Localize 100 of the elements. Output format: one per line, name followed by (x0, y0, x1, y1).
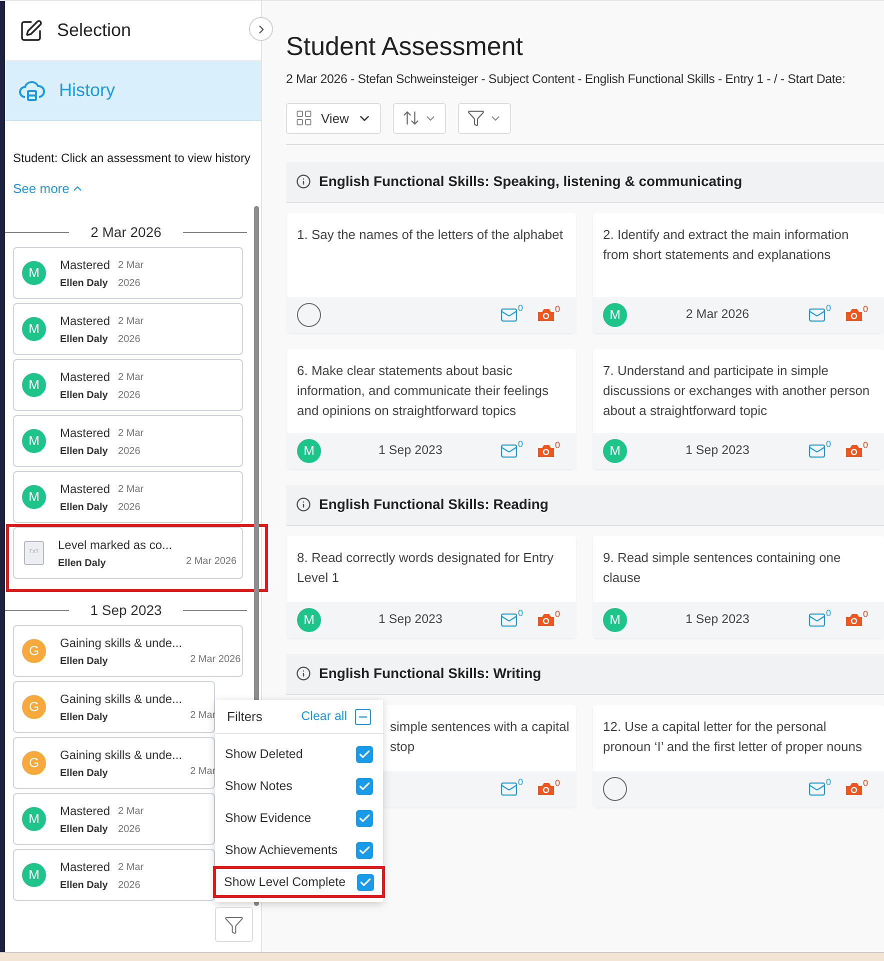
history-date: 2 Mar 2026 (118, 861, 145, 893)
avatar-badge: M (22, 373, 46, 397)
history-author: Ellen Daly (60, 710, 109, 724)
checkbox[interactable] (356, 746, 373, 762)
assessment-card[interactable]: 1. Say the names of the letters of the alphabet 0 0 (287, 212, 576, 333)
mail-icon[interactable] (808, 442, 826, 460)
avatar-badge: M (22, 863, 46, 887)
history-author: Ellen Daly (60, 878, 109, 892)
card-text: stop (390, 738, 415, 756)
history-card[interactable]: G Gaining skills & unde... Ellen Daly 2 Mar (13, 737, 215, 789)
info-icon (296, 497, 311, 512)
mail-icon[interactable] (500, 442, 518, 460)
evidence-count: 0 (554, 776, 560, 790)
history-card[interactable]: M Mastered Ellen Daly 2 Mar 2026 (13, 471, 243, 523)
check-icon (358, 844, 371, 856)
assessment-card[interactable]: 9. Read simple sentences containing one clause M 1 Sep 2023 0 0 (593, 536, 884, 638)
deselect-all-checkbox[interactable] (355, 708, 371, 724)
filter-button[interactable] (215, 907, 253, 942)
assessment-card[interactable]: 12. Use a capital letter for the personal pronoun ‘I’ and the first letter of proper nouns 0 0 (593, 704, 884, 807)
history-title: Mastered (60, 802, 110, 820)
camera-icon (536, 782, 555, 796)
history-date: 2 Mar 2026 (186, 555, 238, 569)
filter-dropdown-button[interactable] (458, 102, 511, 134)
history-author: Ellen Daly (58, 556, 107, 570)
sort-button[interactable] (392, 102, 446, 134)
filter-icon (224, 914, 244, 934)
assessment-card[interactable]: 2. Identify and extract the main information from short statements and explanations M 2 Mar 2026 0 0 (593, 212, 884, 333)
message-count: 0 (518, 776, 523, 789)
history-date: 2 Mar 2026 (118, 371, 145, 403)
mail-icon[interactable] (500, 610, 518, 629)
evidence-count: 0 (554, 438, 560, 452)
page-title: Student Assessment (286, 30, 524, 63)
avatar-badge: M (22, 261, 46, 285)
history-date: 2 Mar 2026 (118, 805, 145, 837)
filter-icon (466, 109, 485, 128)
history-date: 2 Mar 2026 (118, 427, 145, 459)
camera-icon (844, 444, 863, 458)
checkbox[interactable] (356, 778, 373, 794)
mail-icon[interactable] (500, 780, 518, 798)
evidence-count: 0 (554, 302, 560, 316)
history-card[interactable]: M Mastered Ellen Daly 2 Mar 2026 (13, 303, 243, 355)
card-date: 1 Sep 2023 (378, 611, 442, 628)
evidence-count: 0 (862, 438, 868, 452)
evidence-count: 0 (554, 608, 560, 621)
date-divider-label: 1 Sep 2023 (89, 600, 163, 620)
history-title: Mastered (60, 480, 110, 498)
history-card[interactable]: M Mastered Ellen Daly 2 Mar 2026 (13, 247, 243, 299)
section-title: English Functional Skills: Reading (319, 495, 548, 514)
history-date: 2 Mar (190, 709, 216, 723)
camera-icon (844, 782, 863, 796)
avatar-badge: G (22, 695, 46, 719)
card-text: 7. Understand and participate in simple discussions or exchanges with another person about a straightforward topic (603, 362, 871, 420)
info-text: Student: Click an assessment to view history (13, 150, 252, 167)
history-card[interactable]: M Mastered Ellen Daly 2 Mar 2026 (13, 849, 215, 901)
view-button[interactable]: View (286, 102, 381, 134)
checkbox[interactable] (357, 874, 374, 890)
assessment-card[interactable]: 8. Read correctly words designated for Entry Level 1 M 1 Sep 2023 0 0 (287, 536, 576, 638)
mail-icon[interactable] (808, 780, 826, 798)
history-date: 2 Mar 2026 (118, 483, 145, 515)
avatar-badge: M (22, 429, 46, 453)
history-author: Ellen Daly (60, 654, 109, 668)
mail-icon[interactable] (808, 610, 826, 629)
avatar-badge: M (22, 485, 46, 509)
history-date: 2 Mar 2026 (118, 315, 145, 347)
history-author: Ellen Daly (60, 332, 109, 346)
cloud-server-icon (19, 78, 45, 102)
history-author: Ellen Daly (60, 276, 109, 290)
assessment-card[interactable]: 6. Make clear statements about basic information, and communicate their feelings and opinions on straightforward topics M 1 Sep 2023 0 0 (287, 348, 576, 469)
message-count: 0 (518, 302, 523, 315)
mail-icon[interactable] (808, 306, 826, 324)
history-card[interactable]: M Mastered Ellen Daly 2 Mar 2026 (13, 359, 243, 411)
history-card[interactable]: M Mastered Ellen Daly 2 Mar 2026 (13, 415, 243, 467)
filter-option-label: Show Achievements (225, 842, 338, 859)
history-title: Gaining skills & unde... (60, 634, 182, 652)
history-title: Mastered (60, 858, 110, 876)
section-title: English Functional Skills: Speaking, listening & communicating (319, 172, 742, 192)
card-text: 6. Make clear statements about basic information, and communicate their feelings and opinions on straightforward topics (297, 362, 550, 420)
history-author: Ellen Daly (60, 388, 109, 402)
camera-icon (536, 444, 555, 458)
check-icon (358, 748, 371, 760)
check-icon (358, 812, 371, 824)
card-date: 2 Mar 2026 (686, 306, 750, 324)
history-card[interactable]: G Gaining skills & unde... Ellen Daly 2 Mar (13, 681, 215, 733)
checkbox[interactable] (356, 810, 373, 826)
checkbox[interactable] (356, 842, 373, 858)
history-card[interactable]: M Mastered Ellen Daly 2 Mar 2026 (13, 793, 215, 845)
history-author: Ellen Daly (60, 822, 109, 836)
card-text: 9. Read simple sentences containing one clause (603, 548, 842, 587)
history-title: Gaining skills & unde... (60, 690, 182, 708)
history-date: 2 Mar (190, 765, 216, 779)
message-count: 0 (826, 606, 831, 620)
avatar-badge: G (22, 639, 46, 663)
mail-icon[interactable] (500, 306, 518, 324)
history-card[interactable]: G Gaining skills & unde... Ellen Daly 2 Mar 2026 (13, 625, 243, 677)
history-title: Level marked as co... (58, 536, 172, 554)
collapse-button[interactable] (249, 17, 273, 41)
card-date: 1 Sep 2023 (686, 611, 750, 628)
info-icon (296, 174, 311, 190)
history-date: 2 Mar 2026 (118, 259, 145, 291)
assessment-card[interactable]: 7. Understand and participate in simple discussions or exchanges with another person about a straightforward topic M 1 Sep 2023 0 0 (593, 348, 884, 469)
